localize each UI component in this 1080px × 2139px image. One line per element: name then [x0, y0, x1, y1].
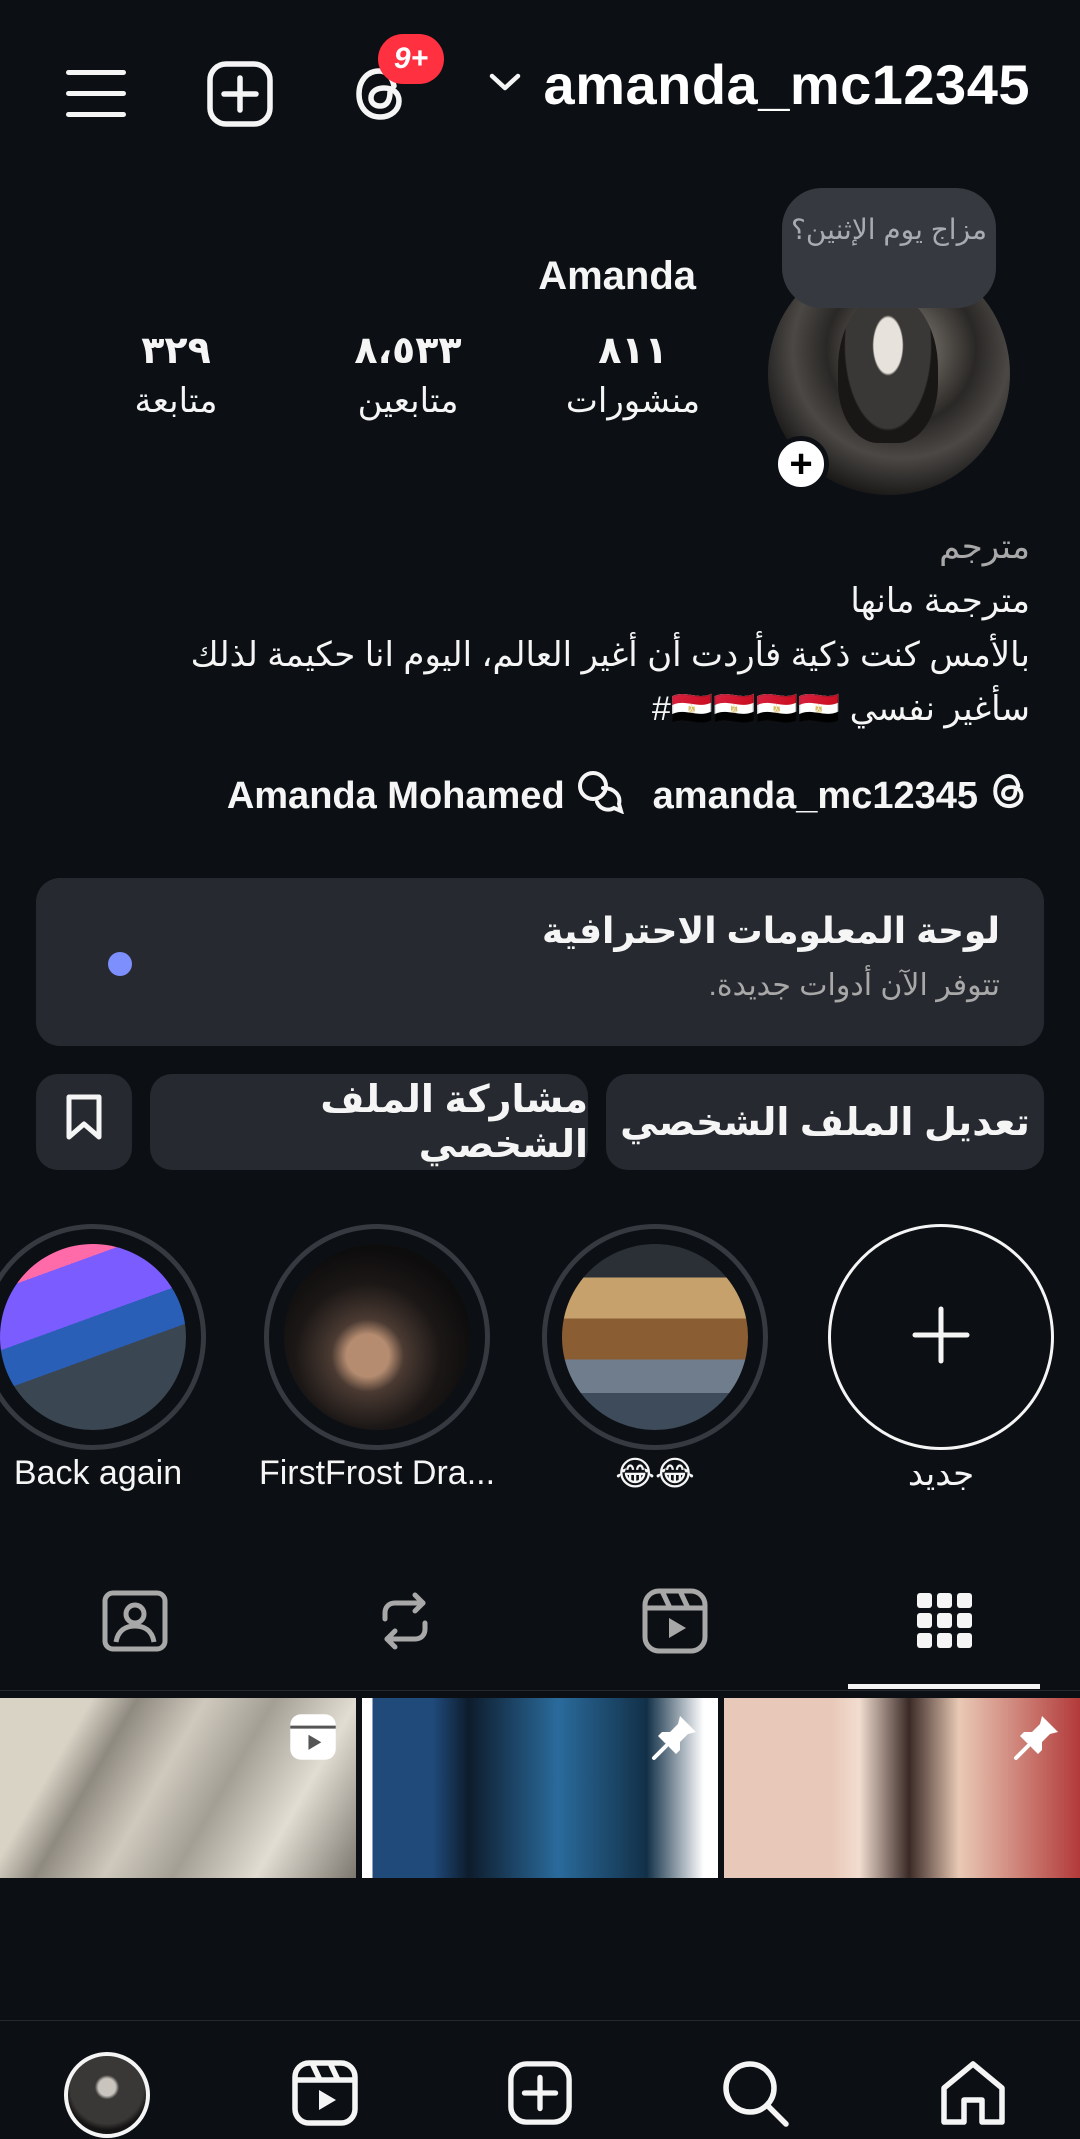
- plus-icon: [911, 1305, 971, 1370]
- reels-icon: [292, 2059, 358, 2131]
- grid-icon: [917, 1592, 973, 1654]
- pin-icon: [1012, 1712, 1062, 1762]
- highlight-label: FirstFrost Dra...: [258, 1454, 496, 1492]
- saved-button[interactable]: [36, 1074, 132, 1170]
- reels-icon: [642, 1588, 708, 1659]
- profile-links: Amanda Mohamed amanda_mc12345: [227, 768, 1030, 824]
- chevron-down-icon: [488, 70, 522, 99]
- post-thumbnail[interactable]: [0, 1698, 356, 1878]
- highlight-item[interactable]: [264, 1224, 490, 1450]
- home-icon: [938, 2060, 1008, 2131]
- tabs-divider: [0, 1690, 1080, 1691]
- followers-stat[interactable]: ٨،٥٣٣ متابعين: [328, 328, 488, 421]
- nav-profile[interactable]: [62, 2050, 152, 2139]
- nav-create[interactable]: [495, 2050, 585, 2139]
- share-profile-button[interactable]: مشاركة الملف الشخصي: [150, 1074, 588, 1170]
- mood-note[interactable]: مزاج يوم الإثنين؟: [782, 188, 996, 308]
- linked-profile[interactable]: Amanda Mohamed: [227, 768, 625, 824]
- linked-profile-name: Amanda Mohamed: [226, 774, 565, 817]
- new-indicator-dot: [108, 952, 132, 976]
- hamburger-lines: [66, 70, 126, 117]
- posts-label: منشورات: [565, 382, 701, 420]
- profile-bio: مترجم مترجمة مانها بالأمس كنت ذكية فأردت…: [70, 520, 1030, 736]
- highlight-item[interactable]: [542, 1224, 768, 1450]
- nav-home[interactable]: [928, 2050, 1018, 2139]
- tab-reels[interactable]: [620, 1578, 730, 1668]
- tagged-icon: [102, 1590, 168, 1657]
- bookmark-icon: [64, 1093, 104, 1151]
- following-stat[interactable]: ٣٢٩ متابعة: [116, 328, 236, 421]
- tab-grid[interactable]: [890, 1578, 1000, 1668]
- highlight-label: 😂😂: [615, 1455, 695, 1493]
- post-thumbnail[interactable]: [362, 1698, 718, 1878]
- messenger-icon: [575, 768, 625, 824]
- profile-avatar-small: [64, 2052, 150, 2138]
- followers-label: متابعين: [357, 382, 459, 420]
- bio-line: مترجمة مانها: [850, 582, 1030, 620]
- bio-category: مترجم: [939, 528, 1030, 566]
- highlight-item[interactable]: [0, 1224, 206, 1450]
- username: amanda_mc12345: [543, 53, 1030, 116]
- bio-line: سأغير نفسي 🇪🇬🇪🇬🇪🇬🇪🇬#: [651, 690, 1030, 728]
- followers-count: ٨،٥٣٣: [354, 330, 462, 372]
- highlight-cover: [0, 1244, 186, 1430]
- threads-link[interactable]: amanda_mc12345: [653, 769, 1030, 823]
- notification-badge: 9+: [378, 34, 444, 84]
- highlight-cover: [562, 1244, 748, 1430]
- tab-reposts[interactable]: [350, 1578, 460, 1668]
- threads-username: amanda_mc12345: [652, 774, 978, 817]
- reel-badge-icon: [288, 1712, 338, 1762]
- tab-tagged[interactable]: [80, 1578, 190, 1668]
- posts-stat[interactable]: ٨١١ منشورات: [558, 328, 708, 421]
- nav-reels[interactable]: [280, 2050, 370, 2139]
- create-post-icon[interactable]: [202, 56, 278, 132]
- display-name: Amanda: [538, 254, 696, 298]
- repost-icon: [373, 1589, 437, 1658]
- active-tab-indicator: [848, 1684, 1040, 1689]
- bio-line: بالأمس كنت ذكية فأردت أن أغير العالم، ال…: [190, 636, 1030, 674]
- highlight-label: Back again: [13, 1454, 183, 1492]
- following-count: ٣٢٩: [141, 330, 211, 372]
- dashboard-subtitle: تتوفر الآن أدوات جديدة.: [708, 969, 1000, 1002]
- dashboard-title: لوحة المعلومات الاحترافية: [541, 910, 1000, 951]
- pin-icon: [650, 1712, 700, 1762]
- edit-profile-button[interactable]: تعديل الملف الشخصي: [606, 1074, 1044, 1170]
- menu-icon[interactable]: [58, 56, 134, 132]
- highlight-label: جديد: [907, 1455, 975, 1493]
- account-switcher[interactable]: amanda_mc12345: [488, 52, 1030, 117]
- post-thumbnail[interactable]: [724, 1698, 1080, 1878]
- create-post-icon: [507, 2060, 573, 2131]
- following-label: متابعة: [134, 382, 218, 420]
- posts-count: ٨١١: [598, 330, 668, 372]
- add-story-icon[interactable]: +: [773, 436, 829, 492]
- professional-dashboard[interactable]: لوحة المعلومات الاحترافية تتوفر الآن أدو…: [36, 878, 1044, 1046]
- highlight-cover: [284, 1244, 470, 1430]
- threads-small-icon: [988, 769, 1030, 823]
- nav-search[interactable]: [710, 2050, 800, 2139]
- new-highlight-button[interactable]: [828, 1224, 1054, 1450]
- search-icon: [720, 2058, 790, 2133]
